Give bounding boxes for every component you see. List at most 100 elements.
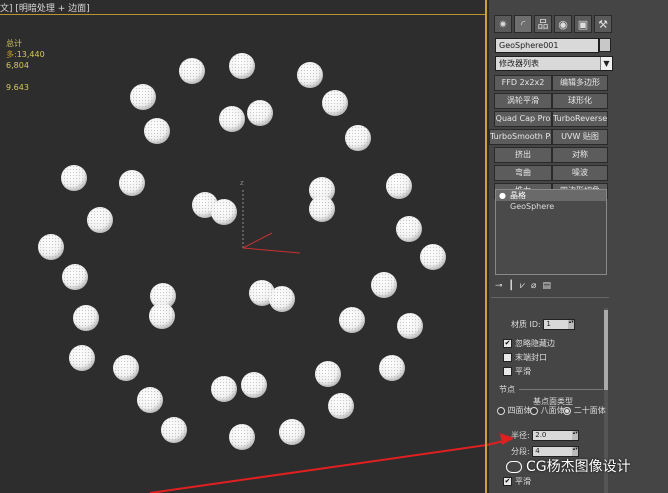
create-icon[interactable]: ✷ (494, 15, 512, 33)
lattice-node-texture (229, 424, 255, 450)
lattice-node-texture (339, 307, 365, 333)
modifier-buttons: FFD 2x2x2 编辑多边形 涡轮平滑 球形化 Quad Cap Pro Tu… (489, 75, 608, 199)
gizmo-z-label: z (240, 179, 244, 187)
radio-octa[interactable] (530, 406, 539, 415)
stack-item-geosphere[interactable]: GeoSphere (496, 201, 606, 212)
stack-item-lattice[interactable]: ● 晶格 (496, 190, 606, 201)
display-icon[interactable]: ▣ (574, 15, 592, 33)
command-tabs: ✷ ◜ 品 ◉ ▣ ⚒ (494, 15, 612, 33)
motion-icon[interactable]: ◉ (554, 15, 572, 33)
watermark: CG杨杰图像设计 (506, 456, 631, 476)
object-color-swatch[interactable] (599, 38, 611, 52)
command-panel: ✷ ◜ 品 ◉ ▣ ⚒ GeoSphere001 修改器列表 ▼ FFD 2x2… (489, 0, 668, 493)
viewport[interactable]: 文] [明暗处理 + 边面] 总计 多:13,440 6,804 9.643 z (0, 0, 487, 493)
lattice-node-texture (119, 170, 145, 196)
lattice-node-texture (62, 264, 88, 290)
lightbulb-icon[interactable]: ● (499, 191, 506, 200)
divider (491, 297, 609, 298)
lattice-node-texture (309, 196, 335, 222)
make-unique-icon[interactable]: ⩗ (520, 281, 525, 291)
lattice-node-texture (420, 244, 446, 270)
lattice-node-texture (130, 84, 156, 110)
lattice-node-texture (371, 272, 397, 298)
lattice-node-texture (113, 355, 139, 381)
geosphere-lattice-nodes (38, 53, 446, 450)
ignore-hidden-checkbox[interactable]: ✔ (503, 339, 512, 348)
lattice-node-texture (247, 100, 273, 126)
smooth2-checkbox[interactable]: ✔ (503, 477, 512, 486)
lattice-node-texture (69, 345, 95, 371)
lattice-node-texture (386, 173, 412, 199)
label-octa: 八面体 (540, 406, 565, 415)
label-tetra: 四面体 (507, 406, 532, 415)
smooth2-row[interactable]: ✔ 平滑 (503, 476, 531, 487)
modifier-button-noise[interactable]: 噪波 (552, 165, 608, 181)
modify-icon[interactable]: ◜ (514, 15, 532, 33)
hierarchy-icon[interactable]: 品 (534, 15, 552, 33)
chevron-down-icon: ▼ (600, 57, 612, 70)
lattice-node-texture (73, 305, 99, 331)
cap-ends-checkbox[interactable] (503, 353, 512, 362)
radius-row: 半径: 2.0 ▴▾ (511, 430, 580, 441)
lattice-node-texture (379, 355, 405, 381)
modifier-button-turbosmooth[interactable]: 涡轮平滑 (494, 93, 552, 109)
modifier-button-turboreverse[interactable]: TurboReverse (552, 111, 608, 127)
smooth-row[interactable]: 平滑 (503, 366, 531, 377)
lattice-node-texture (179, 58, 205, 84)
joints-header: 节点 (499, 385, 515, 394)
label-icosa: 二十面体 (573, 406, 606, 415)
lattice-node-texture (396, 216, 422, 242)
lattice-node-texture (315, 361, 341, 387)
modifier-button-edit-poly[interactable]: 编辑多边形 (552, 75, 608, 91)
lattice-node-texture (61, 165, 87, 191)
modifier-button-extrude[interactable]: 挤出 (494, 147, 552, 163)
panel-scroll-thumb[interactable] (604, 310, 608, 390)
lattice-node-texture (297, 62, 323, 88)
lattice-node-texture (38, 234, 64, 260)
utilities-icon[interactable]: ⚒ (594, 15, 612, 33)
modifier-button-symmetry[interactable]: 对称 (552, 147, 608, 163)
material-id-spinner[interactable]: 1 ▴▾ (543, 319, 576, 330)
lattice-node-texture (211, 199, 237, 225)
lattice-node-texture (328, 393, 354, 419)
modifier-list-dropdown[interactable]: 修改器列表 ▼ (495, 56, 613, 71)
transform-gizmo[interactable]: z (240, 179, 301, 254)
modifier-button-turbosmooth-pro[interactable]: TurboSmooth Pro (489, 129, 552, 145)
lattice-node-texture (87, 207, 113, 233)
cap-ends-row[interactable]: 末端封口 (503, 352, 547, 363)
lattice-node-texture (219, 106, 245, 132)
modifier-button-spherify[interactable]: 球形化 (552, 93, 608, 109)
modifier-button-bend[interactable]: 弯曲 (494, 165, 552, 181)
lattice-node-texture (279, 419, 305, 445)
object-name-field[interactable]: GeoSphere001 (495, 38, 599, 53)
show-end-result-icon[interactable]: ┃ (509, 281, 514, 291)
radio-icosa[interactable] (563, 406, 572, 415)
lattice-node-texture (269, 286, 295, 312)
configure-sets-icon[interactable]: ▤ (542, 281, 551, 291)
ignore-hidden-edges-row[interactable]: ✔ 忽略隐藏边 (503, 338, 555, 349)
wechat-icon (506, 461, 522, 473)
lattice-node-texture (322, 90, 348, 116)
base-type-options: 四面体 八面体 二十面体 (497, 406, 609, 415)
modifier-stack: ● 晶格 GeoSphere (495, 189, 607, 275)
scene-canvas[interactable]: z (0, 0, 487, 493)
remove-modifier-icon[interactable]: ⌀ (531, 281, 536, 291)
modifier-button-uvw-map[interactable]: UVW 贴图 (552, 129, 608, 145)
modifier-button-ffd[interactable]: FFD 2x2x2 (494, 75, 552, 91)
modifier-list-label: 修改器列表 (499, 59, 539, 68)
lattice-node-texture (137, 387, 163, 413)
lattice-node-texture (397, 313, 423, 339)
radio-tetra[interactable] (497, 406, 505, 415)
lattice-node-texture (144, 118, 170, 144)
smooth-checkbox[interactable] (503, 367, 512, 376)
pin-stack-icon[interactable]: ⊸ (495, 281, 503, 291)
lattice-node-texture (211, 376, 237, 402)
radius-spinner[interactable]: 2.0 ▴▾ (532, 430, 580, 441)
annotation-arrow-shaft (149, 444, 485, 493)
stack-toolbar: ⊸ ┃ ⩗ ⌀ ▤ (495, 279, 605, 293)
lattice-node-texture (241, 372, 267, 398)
lattice-node-texture (229, 53, 255, 79)
modifier-button-quadcap[interactable]: Quad Cap Pro (494, 111, 552, 127)
joints-divider (519, 389, 603, 390)
lattice-node-texture (149, 303, 175, 329)
